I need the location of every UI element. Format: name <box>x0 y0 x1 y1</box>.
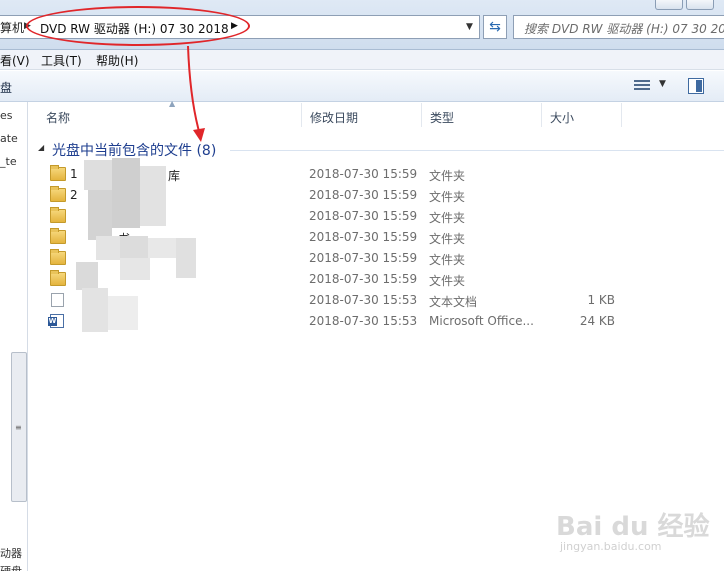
folder-icon <box>50 270 66 286</box>
folder-icon <box>50 249 66 265</box>
menu-bar: 看(V) 工具(T) 帮助(H) <box>0 50 724 70</box>
file-date: 2018-07-30 15:53 <box>309 293 418 307</box>
nav-item[interactable]: 动器 <box>0 545 22 561</box>
file-type: 文件夹 <box>429 253 466 267</box>
address-history-dropdown-icon[interactable]: ▼ <box>466 22 473 32</box>
search-placeholder: 搜索 DVD RW 驱动器 (H:) 07 30 2018 <box>524 22 724 36</box>
file-group-header[interactable]: ◢ 光盘中当前包含的文件 (8) <box>38 140 724 160</box>
nav-item[interactable]: _te <box>0 155 17 168</box>
file-size: 1 KB <box>587 293 615 307</box>
folder-icon <box>50 186 66 202</box>
file-type: 文件夹 <box>429 211 466 225</box>
column-header-size[interactable]: 大小 <box>542 103 622 127</box>
file-type: 文本文档 <box>429 295 478 309</box>
file-date: 2018-07-30 15:53 <box>309 314 418 328</box>
file-date: 2018-07-30 15:59 <box>309 272 418 286</box>
group-divider <box>230 150 724 151</box>
file-type: 文件夹 <box>429 169 466 183</box>
nav-item[interactable]: 硬盘 <box>0 563 22 571</box>
annotation-ellipse <box>26 6 250 46</box>
menu-help[interactable]: 帮助(H) <box>96 52 138 69</box>
view-options-dropdown-icon[interactable]: ▼ <box>659 79 666 89</box>
search-input[interactable]: 搜索 DVD RW 驱动器 (H:) 07 30 2018 <box>513 15 724 39</box>
view-details-icon[interactable] <box>634 80 650 92</box>
file-name-tail: 库 <box>168 169 181 183</box>
preview-pane-icon[interactable] <box>688 78 704 94</box>
file-type: 文件夹 <box>429 232 466 246</box>
file-date: 2018-07-30 15:59 <box>309 230 418 244</box>
breadcrumb-computer[interactable]: 算机 <box>0 19 24 36</box>
file-date: 2018-07-30 15:59 <box>309 209 418 223</box>
command-toolbar: 盘 ▼ <box>0 71 724 102</box>
group-title: 光盘中当前包含的文件 (8) <box>52 143 217 159</box>
file-name: 2 <box>70 188 78 202</box>
word-doc-icon: W <box>48 314 64 328</box>
file-type: Microsoft Office... <box>429 314 534 328</box>
file-size: 24 KB <box>579 314 615 328</box>
menu-tools[interactable]: 工具(T) <box>41 52 82 69</box>
nav-scrollbar[interactable]: ≡ <box>11 352 27 502</box>
file-type: 文件夹 <box>429 274 466 288</box>
watermark-url: jingyan.baidu.com <box>560 540 662 553</box>
maximize-button[interactable] <box>686 0 714 10</box>
sort-ascending-icon: ▲ <box>169 99 176 108</box>
refresh-button[interactable]: ⇆ <box>483 15 507 39</box>
file-date: 2018-07-30 15:59 <box>309 188 418 202</box>
watermark-logo: Bai du 经验 <box>556 512 710 542</box>
nav-item[interactable]: es <box>0 109 13 122</box>
column-header-date[interactable]: 修改日期 <box>302 103 422 127</box>
folder-icon <box>50 228 66 244</box>
file-name: 1 <box>70 167 78 181</box>
burn-to-disc-button[interactable]: 盘 <box>0 79 12 96</box>
file-date: 2018-07-30 15:59 <box>309 251 418 265</box>
folder-icon <box>50 207 66 223</box>
column-header-type[interactable]: 类型 <box>422 103 542 127</box>
folder-icon <box>50 165 66 181</box>
navigation-pane: es ate _te 动器 硬盘 ≡ <box>0 102 28 571</box>
file-date: 2018-07-30 15:59 <box>309 167 418 181</box>
file-type: 文件夹 <box>429 190 466 204</box>
collapse-group-icon[interactable]: ◢ <box>38 143 44 152</box>
nav-item[interactable]: ate <box>0 132 18 145</box>
minimize-button[interactable] <box>655 0 683 10</box>
text-file-icon <box>51 293 64 307</box>
menu-view[interactable]: 看(V) <box>0 52 30 69</box>
